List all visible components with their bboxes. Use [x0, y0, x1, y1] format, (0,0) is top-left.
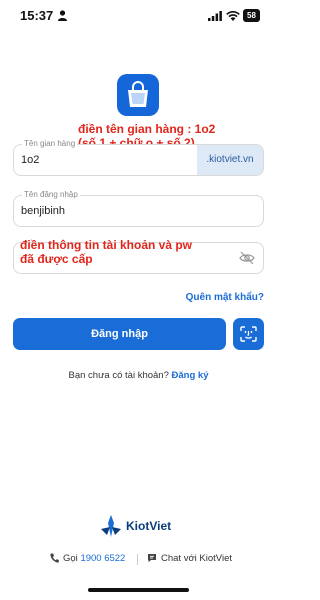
hotline-number[interactable]: 1900 6522 [80, 553, 125, 564]
footer-divider [137, 554, 138, 565]
login-button[interactable]: Đăng nhập [13, 318, 226, 350]
chat-label: Chat với KiotViet [161, 553, 233, 564]
battery-icon: 58 [243, 9, 260, 22]
face-id-button[interactable] [233, 318, 264, 350]
username-input[interactable]: benjibinh [21, 205, 65, 217]
chat-icon [148, 554, 156, 563]
account-annotation: điền thông tin tài khoản và pw đã được c… [20, 238, 192, 266]
kiotviet-logo-icon [101, 515, 121, 537]
signup-link[interactable]: Đăng ký [172, 370, 209, 381]
wifi-icon [226, 10, 240, 21]
store-name-input[interactable]: 1o2 [21, 154, 39, 166]
face-id-icon [240, 326, 257, 342]
store-note-line1: điền tên gian hàng : 1o2 [78, 122, 216, 136]
store-name-field[interactable]: Tên gian hàng 1o2 .kiotviet.vn [13, 139, 264, 176]
status-time: 15:37 [20, 8, 54, 23]
account-note-line1: điền thông tin tài khoản và pw [20, 238, 193, 252]
store-name-label: Tên gian hàng [22, 139, 78, 149]
shopping-bag-icon [128, 81, 148, 107]
home-indicator [88, 588, 189, 592]
person-icon [58, 10, 67, 21]
eye-off-icon[interactable] [239, 251, 255, 265]
kiotviet-app-logo [117, 74, 159, 116]
chat-link[interactable]: Chat với KiotViet [147, 553, 232, 564]
username-label: Tên đăng nhập [22, 190, 80, 200]
username-field[interactable]: Tên đăng nhập benjibinh [13, 190, 264, 227]
call-label: Gọi [63, 553, 78, 564]
footer-contacts: Gọi 1900 6522 Chat với KiotViet [0, 553, 277, 567]
signup-row: Bạn chưa có tài khoản? Đăng ký [0, 370, 277, 381]
signal-icon [208, 11, 222, 21]
brand-name: KiotViet [126, 519, 172, 533]
store-domain-suffix: .kiotviet.vn [197, 145, 263, 175]
forgot-password-link[interactable]: Quên mật khẩu? [186, 292, 264, 303]
phone-icon [50, 553, 59, 563]
signup-prompt: Bạn chưa có tài khoản? [68, 370, 169, 381]
status-bar: 15:37 58 [0, 0, 277, 30]
call-hotline-link[interactable]: Gọi 1900 6522 [50, 553, 125, 564]
battery-level: 58 [247, 11, 256, 20]
account-note-line2: đã được cấp [20, 252, 93, 266]
